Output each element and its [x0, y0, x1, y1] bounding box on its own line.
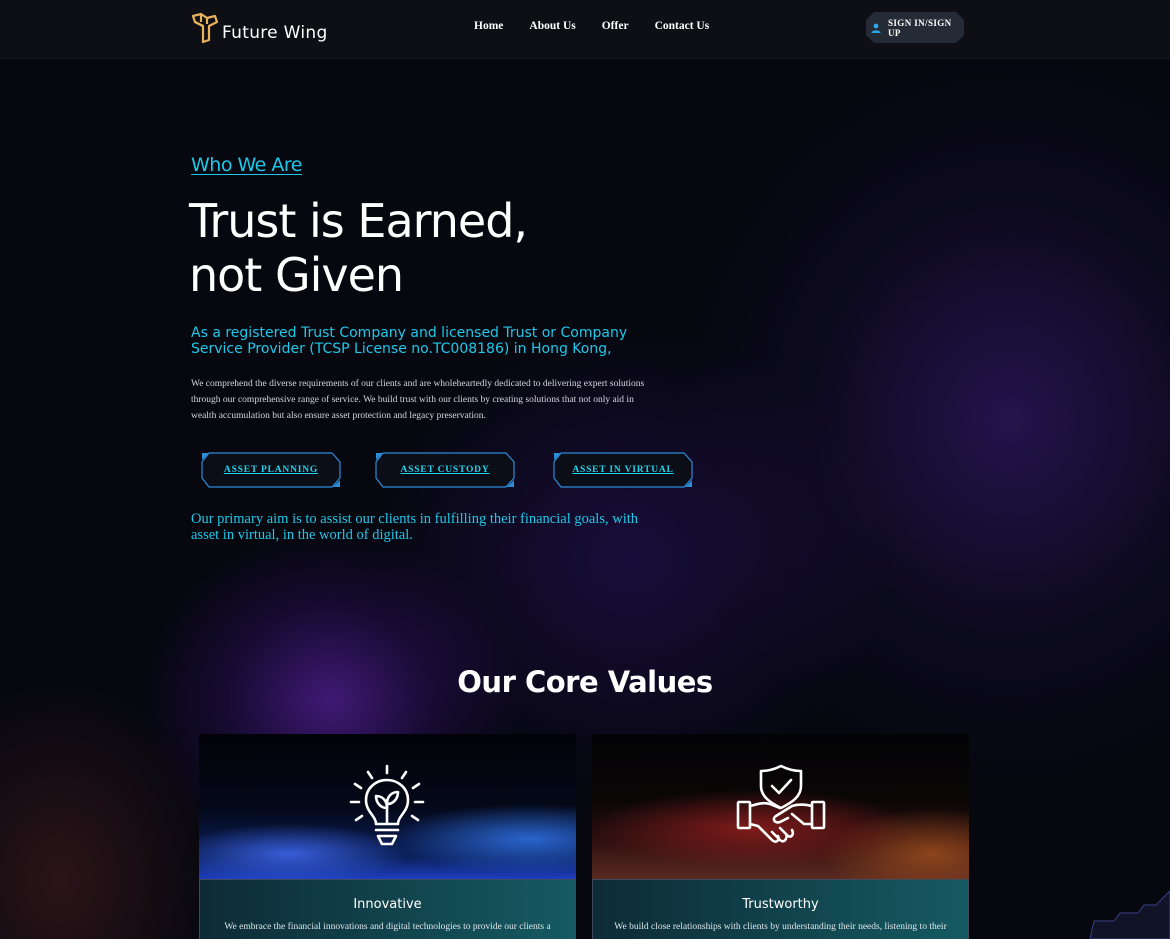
asset-in-virtual-label: ASSET IN VIRTUAL [572, 465, 674, 475]
core-value-card-trustworthy: Trustworthy We build close relationships… [592, 734, 969, 939]
asset-custody-label: ASSET CUSTODY [400, 465, 490, 475]
card-body: Innovative We embrace the financial inno… [199, 879, 576, 939]
handshake-shield-icon [736, 764, 825, 843]
nav-offer[interactable]: Offer [602, 20, 629, 32]
asset-planning-button[interactable]: ASSET PLANNING [201, 452, 341, 488]
headline-line-1: Trust is Earned, [189, 194, 528, 248]
card-title: Trustworthy [742, 897, 819, 912]
card-image [199, 734, 576, 879]
card-body: Trustworthy We build close relationships… [592, 879, 969, 939]
brand-logo[interactable]: Future Wing [191, 10, 328, 46]
nav-about-us[interactable]: About Us [529, 20, 575, 32]
corner-decoration-icon [1090, 890, 1170, 939]
sign-in-label: SIGN IN/SIGN UP [888, 17, 952, 38]
sign-in-button[interactable]: SIGN IN/SIGN UP [866, 12, 964, 43]
who-we-are-link[interactable]: Who We Are [191, 154, 302, 176]
asset-custody-button[interactable]: ASSET CUSTODY [375, 452, 515, 488]
license-subheading: As a registered Trust Company and licens… [191, 325, 628, 357]
logo-icon [191, 12, 219, 44]
nav-home[interactable]: Home [474, 20, 503, 32]
headline-line-2: not Given [189, 248, 404, 302]
page-headline: Trust is Earned, not Given [189, 194, 709, 302]
site-header: Future Wing Home About Us Offer Contact … [0, 0, 1170, 59]
card-text: We build close relationships with client… [614, 922, 947, 932]
asset-in-virtual-button[interactable]: ASSET IN VIRTUAL [553, 452, 693, 488]
card-text: We embrace the financial innovations and… [224, 922, 551, 932]
card-title: Innovative [353, 897, 422, 912]
company-description: We comprehend the diverse requirements o… [191, 379, 645, 421]
brand-name: Future Wing [222, 23, 328, 43]
asset-planning-label: ASSET PLANNING [223, 465, 319, 475]
primary-aim-text: Our primary aim is to assist our clients… [191, 511, 639, 543]
lightbulb-icon [349, 764, 424, 846]
main-nav: Home About Us Offer Contact Us [474, 20, 735, 32]
core-value-card-innovative: Innovative We embrace the financial inno… [199, 734, 576, 939]
card-image [592, 734, 969, 879]
core-values-title: Our Core Values [457, 665, 713, 699]
user-icon [871, 23, 881, 33]
nav-contact-us[interactable]: Contact Us [655, 20, 710, 32]
